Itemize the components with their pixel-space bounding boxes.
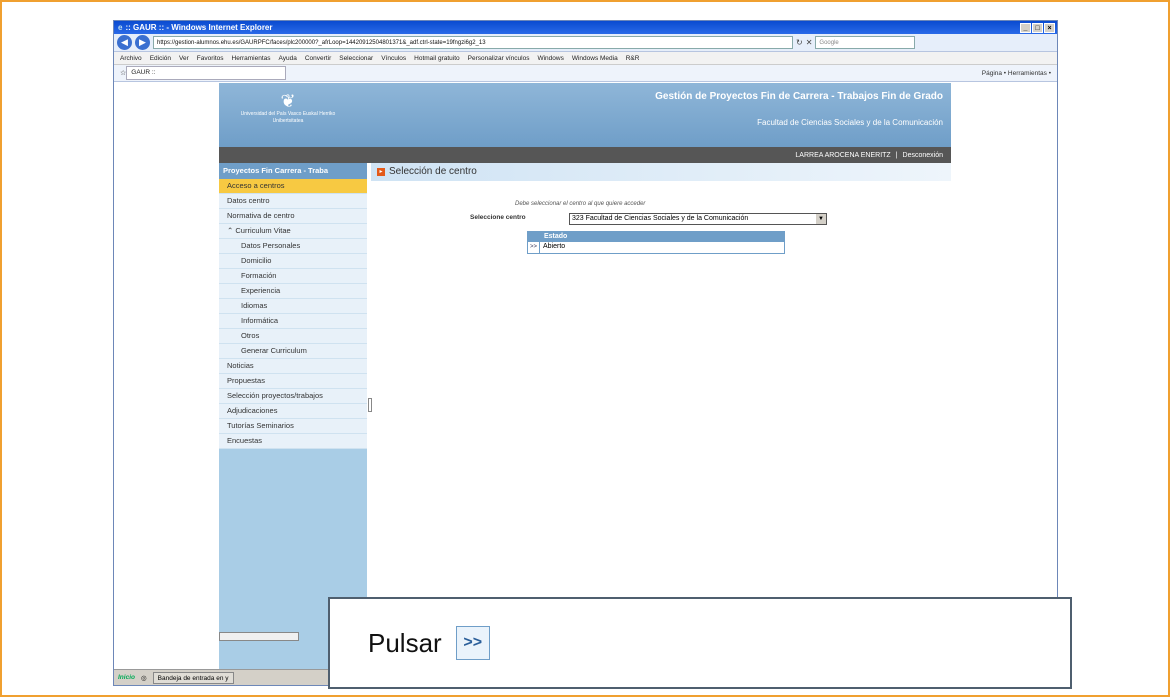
table-row: >> Abierto <box>528 242 784 253</box>
toolbar-windows-media[interactable]: Windows Media <box>572 55 618 62</box>
toolbar-convertir[interactable]: Convertir <box>305 55 331 62</box>
sidebar-subitem-generar-curriculum[interactable]: Generar Curriculum <box>219 344 367 359</box>
window-controls: _ □ × <box>1020 22 1055 33</box>
sidebar-subitem-domicilio[interactable]: Domicilio <box>219 254 367 269</box>
sidebar-item-datos-centro[interactable]: Datos centro <box>219 194 367 209</box>
sidebar-subitem-otros[interactable]: Otros <box>219 329 367 344</box>
close-button[interactable]: × <box>1044 22 1055 33</box>
sidebar-item-normativa[interactable]: Normativa de centro <box>219 209 367 224</box>
logo-text: Universidad del País Vasco Euskal Herrik… <box>240 111 336 124</box>
back-button[interactable]: ◀ <box>117 35 132 50</box>
sidebar-item-tutorias[interactable]: Tutorías Seminarios <box>219 419 367 434</box>
chevron-down-icon[interactable]: ▼ <box>816 214 826 224</box>
search-input[interactable]: Google <box>815 36 916 49</box>
callout-text: Pulsar <box>368 627 442 658</box>
toolbar-vinculos[interactable]: Vínculos <box>381 55 406 62</box>
start-button[interactable]: Inicio <box>118 674 135 681</box>
sidebar-subitem-experiencia[interactable]: Experiencia <box>219 284 367 299</box>
horizontal-scrollbar[interactable] <box>219 632 299 641</box>
page-tools[interactable]: Página • Herramientas • <box>982 70 1057 77</box>
section-bullet-icon: ▸ <box>377 168 385 176</box>
sidebar-item-seleccion-proyectos[interactable]: Selección proyectos/trabajos <box>219 389 367 404</box>
section-title: Selección de centro <box>389 166 477 177</box>
ie-icon: e <box>118 23 123 32</box>
menu-herramientas[interactable]: Herramientas <box>232 55 271 62</box>
browser-tab[interactable]: GAUR :: <box>126 66 287 80</box>
user-name: LARREA AROCENA ENERITZ <box>795 151 891 159</box>
menu-archivo[interactable]: Archivo <box>120 55 142 62</box>
refresh-icon[interactable]: ↻ <box>796 38 803 47</box>
sidebar-item-propuestas[interactable]: Propuestas <box>219 374 367 389</box>
user-bar: LARREA AROCENA ENERITZ | Desconexión <box>219 147 951 163</box>
sidebar-subitem-idiomas[interactable]: Idiomas <box>219 299 367 314</box>
centro-select[interactable]: 323 Facultad de Ciencias Sociales y de l… <box>569 213 827 225</box>
sidebar-item-encuestas[interactable]: Encuestas <box>219 434 367 449</box>
menu-ver[interactable]: Ver <box>179 55 189 62</box>
address-bar[interactable]: https://gestion-alumnos.ehu.es/GAURPFC/f… <box>153 36 793 49</box>
section-header: ▸ Selección de centro <box>371 163 951 181</box>
minimize-button[interactable]: _ <box>1020 22 1031 33</box>
page-subtitle: Facultad de Ciencias Sociales y de la Co… <box>757 118 943 127</box>
sidebar: Proyectos Fin Carrera - Traba Acceso a c… <box>219 163 367 671</box>
go-arrow-icon: >> <box>455 626 490 660</box>
sidebar-item-noticias[interactable]: Noticias <box>219 359 367 374</box>
user-separator: | <box>895 151 898 159</box>
title-bar: e :: GAUR :: - Windows Internet Explorer… <box>114 21 1057 34</box>
tree-logo-icon: ❦ <box>280 91 296 111</box>
toolbar-hotmail[interactable]: Hotmail gratuito <box>414 55 460 62</box>
select-label: Seleccione centro <box>470 214 526 221</box>
toolbar-seleccionar[interactable]: Seleccionar <box>339 55 373 62</box>
sidebar-subitem-formacion[interactable]: Formación <box>219 269 367 284</box>
instruction-text: Debe seleccionar el centro al que quiere… <box>515 201 646 207</box>
university-logo: ❦ Universidad del País Vasco Euskal Herr… <box>233 91 343 125</box>
favorites-row: ☆ GAUR :: Página • Herramientas • <box>114 65 1057 82</box>
quicklaunch-icon[interactable]: ◎ <box>141 674 147 682</box>
logout-link[interactable]: Desconexión <box>903 152 943 159</box>
browser-window: e :: GAUR :: - Windows Internet Explorer… <box>113 20 1058 686</box>
toolbar-personalizar[interactable]: Personalizar vínculos <box>468 55 530 62</box>
sidebar-item-acceso-centros[interactable]: Acceso a centros <box>219 179 367 194</box>
sidebar-header: Proyectos Fin Carrera - Traba <box>219 163 367 179</box>
sidebar-item-adjudicaciones[interactable]: Adjudicaciones <box>219 404 367 419</box>
page-title: Gestión de Proyectos Fin de Carrera - Tr… <box>655 91 943 102</box>
address-row: ◀ ▶ https://gestion-alumnos.ehu.es/GAURP… <box>114 34 1057 52</box>
gaur-page: ❦ Universidad del País Vasco Euskal Herr… <box>219 83 951 671</box>
maximize-button[interactable]: □ <box>1032 22 1043 33</box>
toolbar-windows[interactable]: Windows <box>537 55 563 62</box>
menu-ayuda[interactable]: Ayuda <box>279 55 297 62</box>
sidebar-item-label: Curriculum Vitae <box>235 226 291 235</box>
taskbar-item[interactable]: Bandeja de entrada en y <box>152 671 234 684</box>
centro-select-value: 323 Facultad de Ciencias Sociales y de l… <box>572 215 749 222</box>
sidebar-subitem-datos-personales[interactable]: Datos Personales <box>219 239 367 254</box>
menu-favoritos[interactable]: Favoritos <box>197 55 224 62</box>
estado-value: Abierto <box>543 243 566 250</box>
window-title: :: GAUR :: - Windows Internet Explorer <box>125 23 273 32</box>
table-header: Estado <box>528 232 784 242</box>
stop-icon[interactable]: ✕ <box>806 38 813 47</box>
sidebar-subitem-informatica[interactable]: Informática <box>219 314 367 329</box>
estado-table: Estado >> Abierto <box>527 231 785 254</box>
sidebar-item-curriculum[interactable]: ⌃ Curriculum Vitae <box>219 224 367 239</box>
toolbar-rr[interactable]: R&R <box>626 55 640 62</box>
select-row-button[interactable]: >> <box>528 242 540 253</box>
instruction-callout: Pulsar >> <box>328 597 1072 689</box>
viewport: ❦ Universidad del País Vasco Euskal Herr… <box>114 83 1057 671</box>
menu-bar: Archivo Edición Ver Favoritos Herramient… <box>114 52 1057 65</box>
main-panel: ▸ Selección de centro Debe seleccionar e… <box>371 163 951 671</box>
menu-edicion[interactable]: Edición <box>150 55 171 62</box>
banner: ❦ Universidad del País Vasco Euskal Herr… <box>219 83 951 147</box>
forward-button[interactable]: ▶ <box>135 35 150 50</box>
